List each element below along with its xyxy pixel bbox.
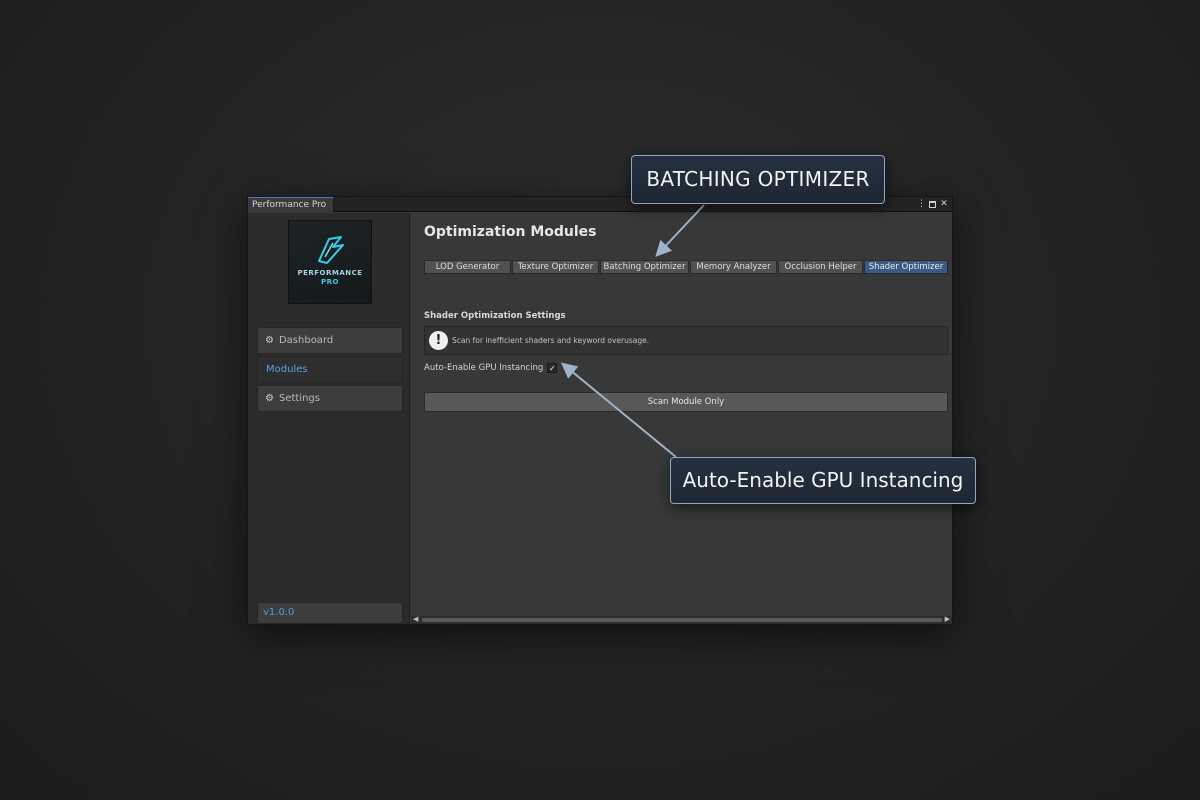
scroll-left-icon[interactable]: ◀ — [413, 615, 418, 623]
gear-icon: ⚙ — [265, 393, 274, 404]
scroll-right-icon[interactable]: ▶ — [945, 615, 950, 623]
info-box: ! Scan for inefficient shaders and keywo… — [424, 326, 948, 355]
window-controls: ⋮ ✕ — [917, 198, 948, 210]
tab-occlusion-helper[interactable]: Occlusion Helper — [778, 260, 863, 274]
maximize-icon[interactable] — [929, 201, 936, 208]
sidebar-item-dashboard[interactable]: ⚙ Dashboard — [257, 327, 403, 354]
horizontal-scrollbar[interactable]: ◀ ▶ — [411, 615, 952, 624]
page-title: Optimization Modules — [424, 224, 597, 240]
sidebar-item-modules[interactable]: Modules — [257, 356, 403, 383]
tab-lod-generator[interactable]: LOD Generator — [424, 260, 511, 274]
more-vertical-icon[interactable]: ⋮ — [917, 198, 926, 210]
sidebar-item-label: Modules — [266, 364, 308, 375]
info-text: Scan for inefficient shaders and keyword… — [452, 336, 650, 345]
gpu-instancing-checkbox[interactable]: ✓ — [547, 363, 558, 373]
scroll-thumb[interactable] — [422, 618, 942, 622]
version-label: v1.0.0 — [257, 602, 403, 624]
tab-shader-optimizer[interactable]: Shader Optimizer — [864, 260, 948, 274]
callout-batching-optimizer: BATCHING OPTIMIZER — [631, 155, 885, 204]
window-tab-title[interactable]: Performance Pro — [248, 197, 335, 212]
main-panel: Optimization Modules LOD Generator Textu… — [411, 213, 952, 608]
callout-gpu-instancing: Auto-Enable GPU Instancing — [670, 457, 976, 504]
logo-word: PERFORMANCE — [297, 269, 363, 277]
gpu-instancing-toggle-row: Auto-Enable GPU Instancing ✓ — [424, 363, 558, 373]
warning-icon: ! — [429, 331, 448, 350]
logo-mark-icon — [318, 236, 344, 264]
tab-memory-analyzer[interactable]: Memory Analyzer — [690, 260, 777, 274]
tab-batching-optimizer[interactable]: Batching Optimizer — [600, 260, 689, 274]
sidebar-item-label: Dashboard — [278, 335, 334, 346]
tab-texture-optimizer[interactable]: Texture Optimizer — [512, 260, 599, 274]
logo-sub: PRO — [321, 278, 339, 286]
sidebar-item-label: Settings — [278, 393, 320, 404]
performance-pro-logo: PERFORMANCE PRO — [288, 220, 372, 304]
close-icon[interactable]: ✕ — [940, 198, 948, 210]
sidebar: PERFORMANCE PRO ⚙ Dashboard Modules ⚙ Se… — [248, 213, 410, 624]
scan-module-button[interactable]: Scan Module Only — [424, 392, 948, 412]
module-tabs: LOD Generator Texture Optimizer Batching… — [424, 260, 948, 274]
gear-icon: ⚙ — [265, 335, 274, 346]
gpu-instancing-label: Auto-Enable GPU Instancing — [424, 363, 544, 373]
section-title: Shader Optimization Settings — [424, 311, 566, 321]
sidebar-item-settings[interactable]: ⚙ Settings — [257, 385, 403, 412]
performance-pro-window: Performance Pro ⋮ ✕ PERFORMANCE PRO ⚙ Da… — [247, 196, 953, 625]
